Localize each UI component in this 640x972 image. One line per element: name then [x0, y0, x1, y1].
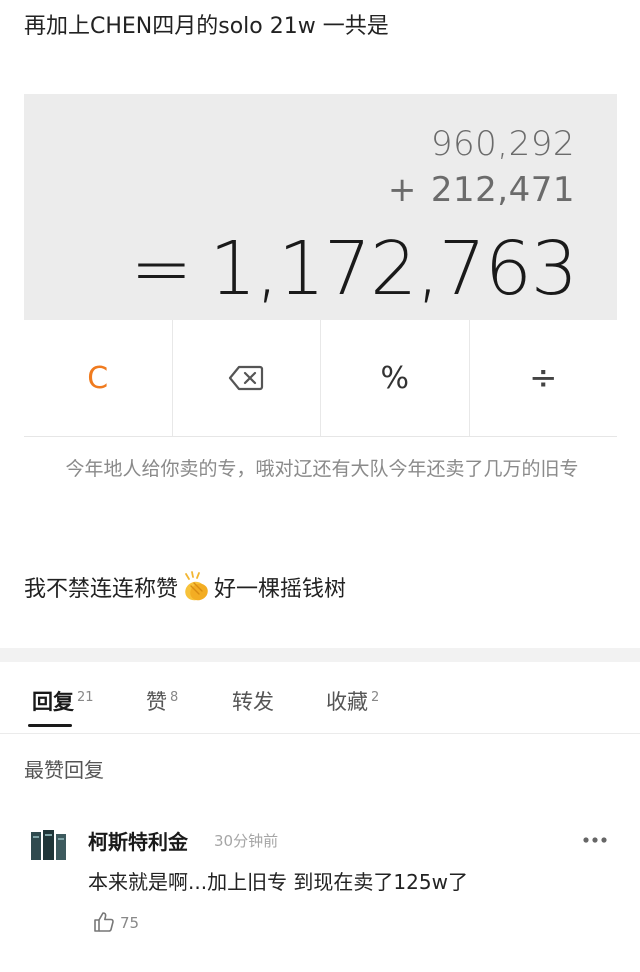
- screenshot-caption: 今年地人给你卖的专，哦对辽还有大队今年还卖了几万的旧专: [65, 458, 579, 480]
- post-text-line2-end: 好一棵摇钱树: [214, 577, 347, 602]
- post-text-line1: 再加上CHEN四月的solo 21w 一共是: [24, 14, 389, 39]
- calculator-screenshot: 960,292 +212,471 = 1,172,763 C % ÷: [24, 94, 617, 437]
- thumbs-up-icon[interactable]: [92, 910, 116, 934]
- percent-key[interactable]: %: [321, 320, 470, 436]
- active-tab-indicator: [28, 724, 72, 727]
- tab-replies-label: 回复: [32, 690, 74, 714]
- tab-likes[interactable]: 赞8: [146, 686, 178, 716]
- comment-body: 本来就是啊...加上旧专 到现在卖了125w了: [88, 870, 468, 894]
- section-title: 最赞回复: [24, 758, 104, 782]
- operand-2-row: +212,471: [388, 170, 575, 210]
- post-text-line2-start: 我不禁连连称赞: [24, 577, 179, 602]
- comment-author[interactable]: 柯斯特利金: [88, 826, 188, 855]
- tab-replies[interactable]: 回复 21: [32, 686, 94, 716]
- operator: +: [387, 170, 417, 210]
- tab-favorites[interactable]: 收藏 2: [326, 686, 379, 716]
- operand-1: 960,292: [430, 124, 575, 164]
- tab-reposts[interactable]: 转发: [232, 686, 274, 716]
- tab-reposts-label: 转发: [232, 690, 274, 714]
- calculator-display: 960,292 +212,471 = 1,172,763: [24, 94, 617, 320]
- backspace-icon: [229, 365, 264, 391]
- equals-sign: =: [130, 226, 192, 312]
- clapping-hands-icon: [185, 571, 208, 601]
- like-count: 75: [120, 914, 140, 932]
- tab-favorites-count: 2: [371, 690, 380, 705]
- tab-favorites-label: 收藏: [326, 690, 368, 714]
- tab-likes-label: 赞: [146, 690, 167, 714]
- tab-likes-count: 8: [170, 690, 179, 705]
- operand-2: 212,471: [430, 170, 575, 210]
- result-row: = 1,172,763: [130, 226, 578, 312]
- clear-key[interactable]: C: [24, 320, 173, 436]
- interaction-tabs: 回复 21 赞8 转发 收藏 2: [0, 662, 640, 734]
- comment-timestamp: 30分钟前: [214, 832, 279, 850]
- calculator-keys: C % ÷: [24, 320, 617, 437]
- divide-key[interactable]: ÷: [470, 320, 618, 436]
- post-text-line2: 我不禁连连称赞 好一棵摇钱树: [24, 570, 346, 604]
- avatar[interactable]: [28, 826, 68, 866]
- section-divider: [0, 648, 640, 662]
- result-value: 1,172,763: [209, 226, 578, 312]
- more-options-icon[interactable]: [582, 836, 608, 844]
- backspace-key[interactable]: [173, 320, 321, 436]
- tab-replies-count: 21: [77, 690, 94, 705]
